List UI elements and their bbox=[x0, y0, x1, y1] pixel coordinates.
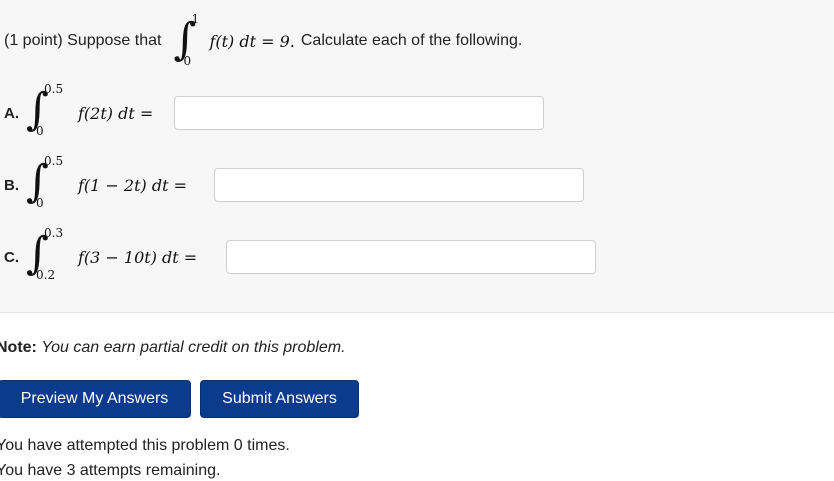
integral-expression: ∫ 1 0 bbox=[167, 12, 207, 68]
given-integrand: f(t) dt = 9. bbox=[209, 31, 295, 51]
part-a-label: A. bbox=[4, 104, 19, 122]
problem-statement: (1 point) Suppose that ∫ 1 0 f(t) dt = 9… bbox=[4, 12, 523, 68]
note-text: You can earn partial credit on this prob… bbox=[41, 339, 346, 356]
partial-credit-note: Note: You can earn partial credit on thi… bbox=[0, 339, 346, 357]
part-c-integral: ∫ 0.3 0.2 bbox=[24, 226, 70, 282]
part-c-label: C. bbox=[4, 248, 19, 266]
part-b-integral: ∫ 0.5 0 bbox=[24, 154, 70, 210]
part-c: C. ∫ 0.3 0.2 f(3 − 10t) dt = bbox=[4, 226, 596, 282]
preview-answers-button[interactable]: Preview My Answers bbox=[0, 380, 191, 418]
part-a-expression: f(2t) dt = bbox=[78, 103, 154, 123]
integral-upper-limit: 0.5 bbox=[44, 154, 64, 168]
integral-upper-limit: 0.5 bbox=[44, 82, 64, 96]
part-a-answer-input[interactable] bbox=[174, 96, 544, 130]
integral-lower-limit: 0 bbox=[36, 196, 44, 210]
problem-panel: (1 point) Suppose that ∫ 1 0 f(t) dt = 9… bbox=[0, 0, 834, 313]
submit-answers-button[interactable]: Submit Answers bbox=[200, 380, 359, 418]
part-a-integral: ∫ 0.5 0 bbox=[24, 82, 70, 138]
attempts-made-text: You have attempted this problem 0 times. bbox=[0, 437, 290, 454]
integral-lower-limit: 0 bbox=[36, 124, 44, 138]
part-b-answer-input[interactable] bbox=[214, 168, 584, 202]
part-c-expression: f(3 − 10t) dt = bbox=[78, 247, 198, 267]
integral-upper-limit: 0.3 bbox=[44, 226, 64, 240]
instruction-text: Calculate each of the following. bbox=[300, 32, 523, 49]
part-a: A. ∫ 0.5 0 f(2t) dt = bbox=[4, 82, 544, 138]
part-b: B. ∫ 0.5 0 f(1 − 2t) dt = bbox=[4, 154, 584, 210]
integral-upper-limit: 1 bbox=[191, 12, 200, 26]
part-c-answer-input[interactable] bbox=[226, 240, 596, 274]
part-b-expression: f(1 − 2t) dt = bbox=[78, 175, 188, 195]
attempts-remaining-text: You have 3 attempts remaining. bbox=[0, 462, 221, 479]
integral-lower-limit: 0 bbox=[183, 54, 192, 68]
integral-lower-limit: 0.2 bbox=[36, 268, 56, 282]
part-b-label: B. bbox=[4, 176, 19, 194]
problem-intro-text: (1 point) Suppose that bbox=[4, 32, 162, 49]
note-label: Note: bbox=[0, 339, 37, 356]
